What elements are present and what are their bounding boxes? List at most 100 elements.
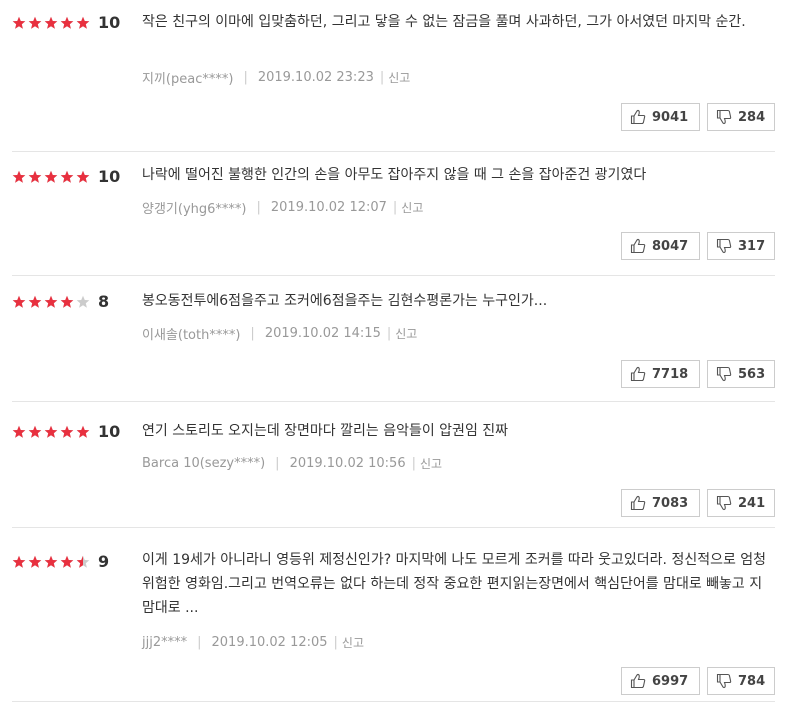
star-icon xyxy=(76,555,90,569)
star-icon xyxy=(28,16,42,30)
dislike-button[interactable]: 784 xyxy=(707,667,775,695)
review-date: 2019.10.02 12:05 xyxy=(211,635,328,650)
review-item: 10 나락에 떨어진 불행한 인간의 손을 아무도 잡아주지 않을 때 그 손을 … xyxy=(12,152,775,276)
like-count: 7083 xyxy=(652,495,689,511)
dislike-button[interactable]: 563 xyxy=(707,360,775,388)
reviewer-nickname[interactable]: 지끼(peac****) xyxy=(142,68,233,87)
report-link[interactable]: 신고 xyxy=(395,325,417,342)
review-meta: jjj2**** | 2019.10.02 12:05 | 신고 xyxy=(142,634,364,651)
dislike-count: 241 xyxy=(738,495,766,511)
star-icon xyxy=(12,295,26,309)
review-date: 2019.10.02 23:23 xyxy=(257,70,374,85)
star-icon xyxy=(60,295,74,309)
reviewer-nickname[interactable]: Barca 10(sezy****) xyxy=(142,456,265,471)
vote-buttons: 9041 284 xyxy=(614,103,775,131)
star-icon xyxy=(76,425,90,439)
thumbs-up-icon xyxy=(630,238,652,254)
like-count: 6997 xyxy=(652,673,689,689)
star-icon xyxy=(44,425,58,439)
report-link[interactable]: 신고 xyxy=(401,199,423,216)
divider: | xyxy=(386,326,392,341)
like-button[interactable]: 9041 xyxy=(621,103,700,131)
vote-buttons: 7718 563 xyxy=(614,360,775,388)
report-link[interactable]: 신고 xyxy=(342,634,364,651)
dislike-button[interactable]: 317 xyxy=(707,232,775,260)
divider: | xyxy=(411,456,416,471)
score-number: 10 xyxy=(98,167,121,186)
thumbs-down-icon xyxy=(716,673,738,689)
star-rating: 9 xyxy=(12,552,109,571)
review-meta: 양갱기(yhg6****) | 2019.10.02 12:07 | 신고 xyxy=(142,198,423,217)
reviewer-nickname[interactable]: jjj2**** xyxy=(142,635,187,650)
star-rating: 10 xyxy=(12,167,120,186)
report-link[interactable]: 신고 xyxy=(388,69,410,86)
like-count: 8047 xyxy=(652,238,689,254)
vote-buttons: 8047 317 xyxy=(614,232,775,260)
thumbs-down-icon xyxy=(716,238,738,254)
star-icon xyxy=(28,555,42,569)
star-icon xyxy=(28,425,42,439)
reviewer-nickname[interactable]: 이새솔(toth****) xyxy=(142,324,240,343)
divider: | xyxy=(392,200,398,215)
dislike-count: 784 xyxy=(738,673,766,689)
thumbs-up-icon xyxy=(630,495,652,511)
like-button[interactable]: 7083 xyxy=(621,489,700,517)
like-button[interactable]: 8047 xyxy=(621,232,700,260)
score-number: 8 xyxy=(98,292,110,311)
dislike-count: 317 xyxy=(738,238,766,254)
dislike-button[interactable]: 284 xyxy=(707,103,775,131)
score-number: 9 xyxy=(98,552,110,571)
score-number: 10 xyxy=(98,422,121,441)
review-text: 이게 19세가 아니라니 영등위 제정신인가? 마지막에 나도 모르게 조커를 … xyxy=(142,552,767,616)
review-item: 9 이게 19세가 아니라니 영등위 제정신인가? 마지막에 나도 모르게 조커를… xyxy=(12,528,775,702)
like-button[interactable]: 7718 xyxy=(621,360,700,388)
divider: | xyxy=(243,70,248,85)
vote-buttons: 6997 784 xyxy=(614,667,775,695)
review-item: 10 작은 친구의 이마에 입맞춤하던, 그리고 닿을 수 없는 잠금을 풀며 사… xyxy=(12,0,775,152)
review-text: 나락에 떨어진 불행한 인간의 손을 아무도 잡아주지 않을 때 그 손을 잡아… xyxy=(142,167,647,183)
star-icon xyxy=(12,425,26,439)
star-rating: 8 xyxy=(12,292,109,311)
thumbs-up-icon xyxy=(630,366,652,382)
review-meta: 이새솔(toth****) | 2019.10.02 14:15 | 신고 xyxy=(142,324,417,343)
star-icon xyxy=(76,295,90,309)
dislike-count: 284 xyxy=(738,109,766,125)
thumbs-down-icon xyxy=(716,109,738,125)
divider: | xyxy=(197,635,202,650)
dislike-count: 563 xyxy=(738,366,766,382)
star-icon xyxy=(12,16,26,30)
review-item: 8 봉오동전투에6점을주고 조커에6점을주는 김현수평론가는 누구인가... 이새솔… xyxy=(12,276,775,402)
thumbs-up-icon xyxy=(630,109,652,125)
star-icon xyxy=(44,295,58,309)
thumbs-down-icon xyxy=(716,495,738,511)
review-date: 2019.10.02 14:15 xyxy=(264,326,381,341)
review-meta: 지끼(peac****) | 2019.10.02 23:23 | 신고 xyxy=(142,68,410,87)
review-text: 연기 스토리도 오지는데 장면마다 깔리는 음악들이 압권임 진짜 xyxy=(142,423,509,439)
divider: | xyxy=(250,326,255,341)
star-icon xyxy=(76,170,90,184)
divider: | xyxy=(275,456,280,471)
star-rating: 10 xyxy=(12,13,120,32)
dislike-button[interactable]: 241 xyxy=(707,489,775,517)
star-icon xyxy=(12,555,26,569)
like-count: 9041 xyxy=(652,109,689,125)
star-rating: 10 xyxy=(12,422,120,441)
star-icon xyxy=(60,16,74,30)
star-icon xyxy=(44,16,58,30)
reviewer-nickname[interactable]: 양갱기(yhg6****) xyxy=(142,198,246,217)
review-text: 봉오동전투에6점을주고 조커에6점을주는 김현수평론가는 누구인가... xyxy=(142,293,548,309)
divider: | xyxy=(379,70,385,85)
review-text: 작은 친구의 이마에 입맞춤하던, 그리고 닿을 수 없는 잠금을 풀며 사과하… xyxy=(142,14,746,30)
review-date: 2019.10.02 10:56 xyxy=(289,456,406,471)
thumbs-up-icon xyxy=(630,673,652,689)
review-meta: Barca 10(sezy****) | 2019.10.02 10:56 | 신고 xyxy=(142,455,442,472)
score-number: 10 xyxy=(98,13,121,32)
review-list: 10 작은 친구의 이마에 입맞춤하던, 그리고 닿을 수 없는 잠금을 풀며 사… xyxy=(0,0,799,702)
divider: | xyxy=(333,635,338,650)
star-icon xyxy=(28,170,42,184)
star-icon xyxy=(60,170,74,184)
like-button[interactable]: 6997 xyxy=(621,667,700,695)
report-link[interactable]: 신고 xyxy=(420,455,442,472)
vote-buttons: 7083 241 xyxy=(614,489,775,517)
divider: | xyxy=(256,200,261,215)
